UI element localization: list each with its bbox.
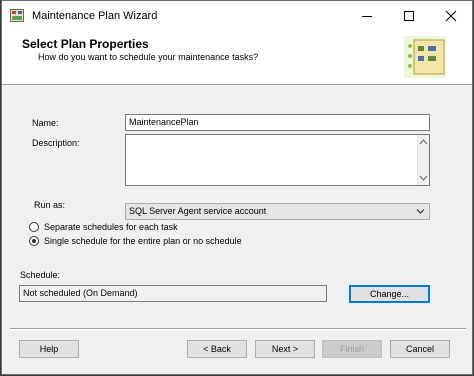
- page-title: Select Plan Properties: [22, 37, 149, 51]
- single-schedule-radio[interactable]: [29, 236, 39, 246]
- run-as-value: SQL Server Agent service account: [129, 206, 267, 216]
- scroll-down-icon: [419, 175, 428, 181]
- separate-schedules-radio[interactable]: [29, 222, 39, 232]
- help-button[interactable]: Help: [19, 340, 79, 358]
- description-input[interactable]: [125, 134, 430, 186]
- wizard-graphic-icon: [404, 36, 446, 78]
- close-icon: [445, 10, 457, 22]
- run-as-label: Run as:: [34, 200, 66, 210]
- next-button[interactable]: Next >: [255, 340, 315, 358]
- single-schedule-label: Single schedule for the entire plan or n…: [44, 236, 242, 246]
- run-as-dropdown[interactable]: SQL Server Agent service account: [125, 203, 430, 220]
- cancel-button[interactable]: Cancel: [390, 340, 450, 358]
- description-label: Description:: [32, 138, 80, 148]
- chevron-down-icon: [416, 209, 425, 214]
- back-button[interactable]: < Back: [187, 340, 247, 358]
- close-button[interactable]: [430, 1, 472, 31]
- footer-divider: [10, 328, 466, 330]
- wizard-window: Maintenance Plan Wizard Select Plan Prop…: [1, 0, 473, 375]
- name-label: Name:: [32, 118, 59, 128]
- window-title: Maintenance Plan Wizard: [32, 10, 158, 22]
- maximize-icon: [404, 11, 414, 21]
- maximize-button[interactable]: [388, 1, 430, 31]
- name-input[interactable]: MaintenancePlan: [125, 114, 430, 131]
- minimize-button[interactable]: [346, 1, 388, 31]
- minimize-icon: [362, 16, 372, 17]
- description-scrollbar[interactable]: [417, 135, 429, 185]
- radio-selected-dot: [32, 239, 36, 243]
- wizard-header: Select Plan Properties How do you want t…: [2, 31, 472, 85]
- finish-button[interactable]: Finish: [322, 340, 382, 358]
- schedule-label: Schedule:: [20, 270, 61, 280]
- separate-schedules-label: Separate schedules for each task: [44, 222, 178, 232]
- title-bar: Maintenance Plan Wizard: [2, 1, 472, 31]
- maintenance-plan-icon: [10, 9, 24, 22]
- change-schedule-button[interactable]: Change...: [349, 285, 430, 303]
- schedule-display: Not scheduled (On Demand): [19, 285, 327, 302]
- page-subtitle: How do you want to schedule your mainten…: [38, 52, 259, 62]
- scroll-up-icon: [419, 139, 428, 145]
